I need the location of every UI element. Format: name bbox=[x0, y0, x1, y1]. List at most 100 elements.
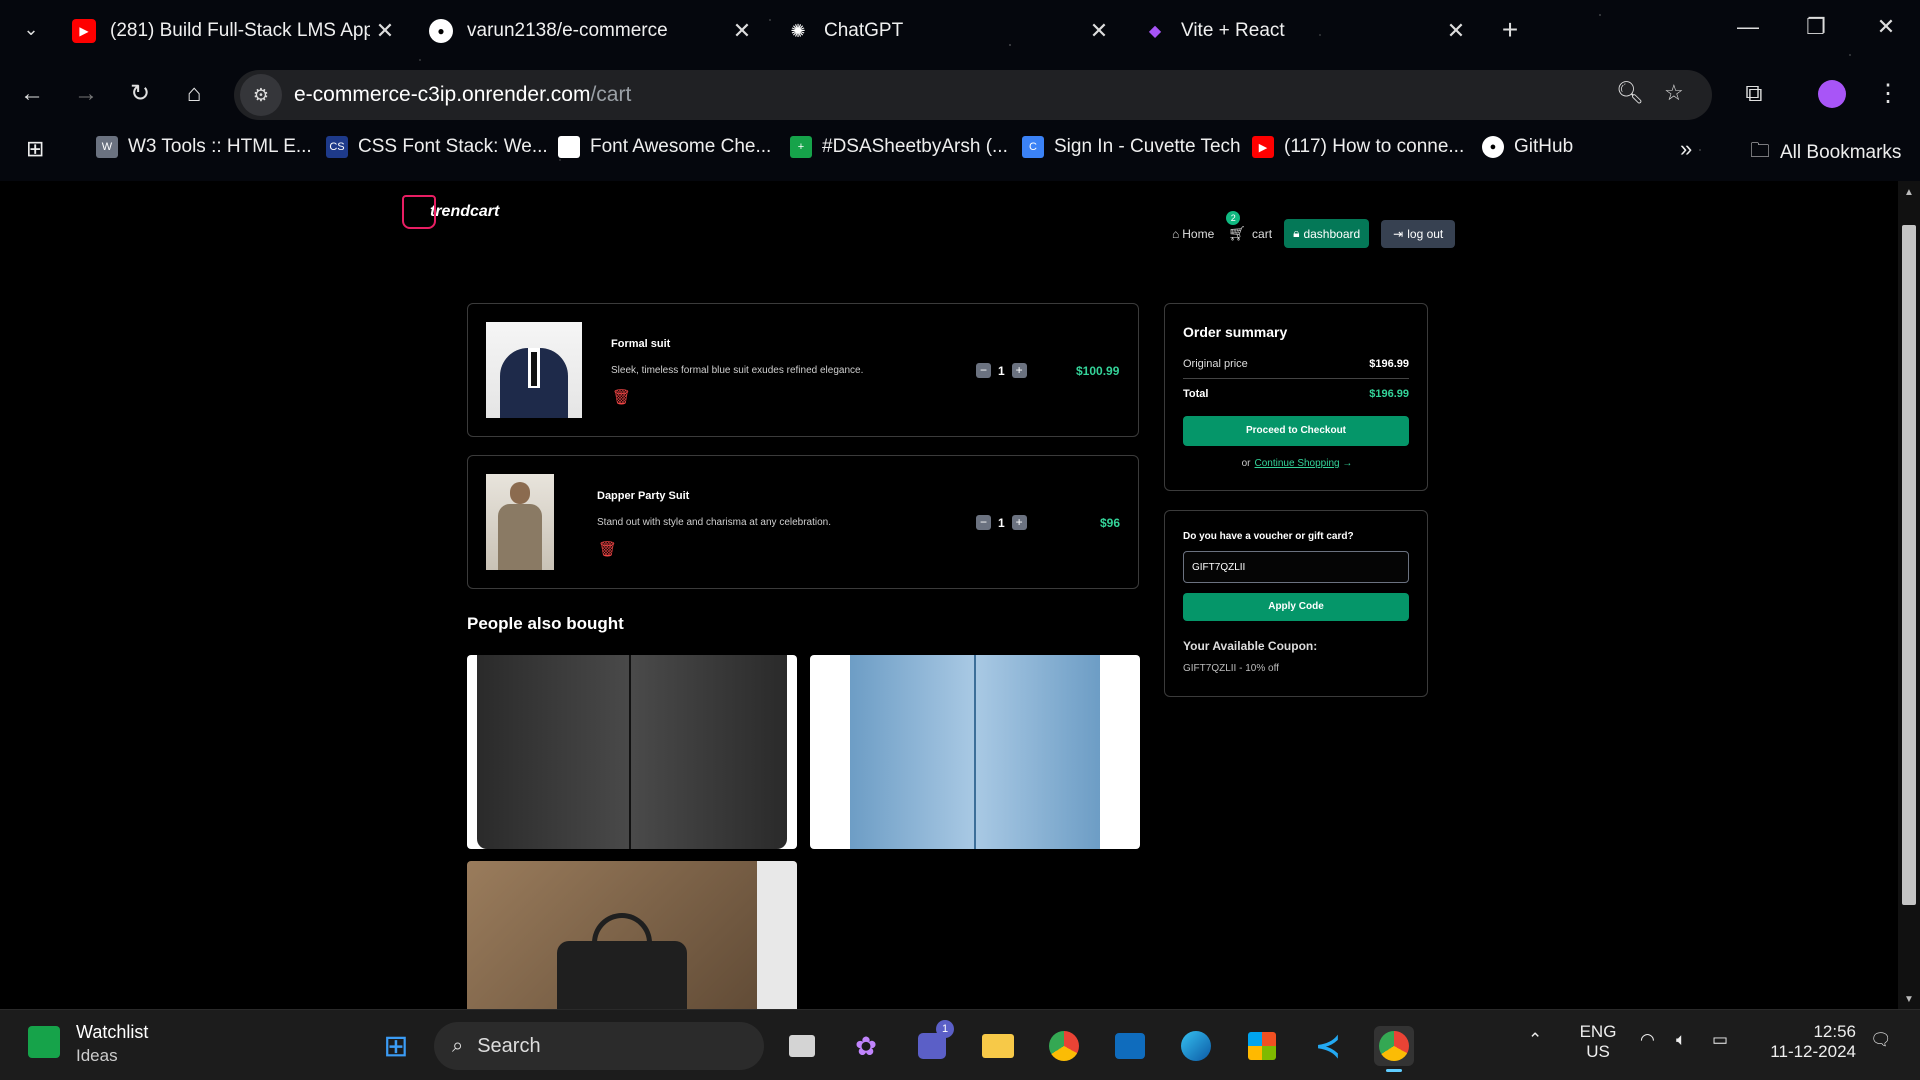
home-icon[interactable]: ⌂ bbox=[176, 76, 212, 112]
edge-icon[interactable] bbox=[1176, 1026, 1216, 1066]
product-card-bag[interactable] bbox=[467, 861, 797, 1009]
back-icon[interactable]: ← bbox=[14, 76, 50, 112]
scrollbar-thumb[interactable] bbox=[1902, 225, 1916, 905]
close-tab-icon[interactable]: ✕ bbox=[370, 18, 400, 44]
wifi-icon[interactable]: ◠ bbox=[1640, 1030, 1655, 1050]
profile-avatar[interactable] bbox=[1814, 76, 1850, 112]
logo-text: trendcart bbox=[430, 203, 500, 220]
bookmark-cuvette[interactable]: C Sign In - Cuvette Tech bbox=[1022, 136, 1241, 158]
bookmark-youtube[interactable]: ▶ (117) How to conne... bbox=[1252, 136, 1464, 158]
youtube-icon: ▶ bbox=[1252, 136, 1274, 158]
chrome-active-icon[interactable] bbox=[1374, 1026, 1414, 1072]
show-hidden-icons-icon[interactable]: ⌃ bbox=[1528, 1030, 1542, 1050]
proceed-to-checkout-button[interactable]: Proceed to Checkout bbox=[1183, 416, 1409, 446]
nav-cart-label: cart bbox=[1252, 226, 1273, 241]
original-price-value: $196.99 bbox=[1369, 358, 1409, 370]
site-logo[interactable]: trendcart bbox=[402, 195, 499, 229]
reload-icon[interactable]: ↻ bbox=[122, 76, 158, 112]
product-card-dark-shirt[interactable] bbox=[467, 655, 797, 849]
tab-github-repo[interactable]: ● varun2138/e-commerce ✕ bbox=[415, 8, 765, 54]
close-tab-icon[interactable]: ✕ bbox=[1084, 18, 1114, 44]
decrease-quantity-button[interactable]: − bbox=[976, 515, 991, 530]
quantity-value: 1 bbox=[998, 363, 1005, 378]
total-label: Total bbox=[1183, 388, 1209, 400]
original-price-label: Original price bbox=[1183, 358, 1248, 370]
continue-shopping-link[interactable]: Continue Shopping bbox=[1255, 458, 1340, 469]
tab-search-chevron-icon[interactable]: ⌄ bbox=[16, 14, 46, 44]
dashboard-button[interactable]: 🔒︎ dashboard bbox=[1284, 219, 1370, 248]
voucher-label: Do you have a voucher or gift card? bbox=[1183, 531, 1354, 542]
microsoft-store-icon[interactable] bbox=[1242, 1026, 1282, 1066]
volume-icon[interactable]: 🔈︎ bbox=[1676, 1030, 1686, 1050]
lang-top: ENG bbox=[1579, 1022, 1617, 1041]
browser-toolbar: ← → ↻ ⌂ ⚙ e-commerce-c3ip.onrender.com/c… bbox=[0, 66, 1920, 122]
tab-chatgpt[interactable]: ✺ ChatGPT ✕ bbox=[772, 8, 1122, 54]
github-icon: ● bbox=[429, 19, 453, 43]
menu-dots-icon[interactable]: ⋮ bbox=[1870, 76, 1906, 112]
bookmark-star-icon[interactable]: ☆ bbox=[1664, 80, 1684, 106]
url-text[interactable]: e-commerce-c3ip.onrender.com/cart bbox=[294, 83, 631, 107]
tab-youtube-lms[interactable]: ▶ (281) Build Full-Stack LMS App ✕ bbox=[58, 8, 408, 54]
extensions-icon[interactable]: ⧉ bbox=[1736, 76, 1772, 112]
restore-icon[interactable]: ❐ bbox=[1796, 14, 1836, 40]
item-description: Sleek, timeless formal blue suit exudes … bbox=[611, 365, 864, 376]
bookmark-dsa-sheet[interactable]: + #DSASheetbyArsh (... bbox=[790, 136, 1008, 158]
windows-start-icon[interactable]: ⊞ bbox=[376, 1026, 416, 1066]
widget-title[interactable]: Watchlist bbox=[76, 1022, 148, 1043]
bookmark-github[interactable]: ● GitHub bbox=[1482, 136, 1573, 158]
voucher-card: Do you have a voucher or gift card? Appl… bbox=[1164, 510, 1428, 697]
teams-icon[interactable]: 1 bbox=[912, 1020, 954, 1066]
available-coupon-text: GIFT7QZLII - 10% off bbox=[1183, 663, 1279, 674]
new-tab-icon[interactable]: + bbox=[1495, 14, 1525, 46]
scroll-down-icon[interactable]: ▼ bbox=[1898, 994, 1920, 1005]
battery-icon[interactable]: ▭ bbox=[1712, 1030, 1728, 1050]
forward-icon[interactable]: → bbox=[68, 76, 104, 112]
nav-home[interactable]: ⌂ Home bbox=[1172, 227, 1214, 241]
close-window-icon[interactable]: ✕ bbox=[1866, 14, 1906, 40]
cart-icon: 🛒︎ bbox=[1228, 225, 1247, 241]
site-info-icon[interactable]: ⚙ bbox=[240, 74, 282, 116]
logout-button[interactable]: ⇥ log out bbox=[1381, 219, 1456, 248]
chrome-icon[interactable] bbox=[1044, 1026, 1084, 1066]
increase-quantity-button[interactable]: + bbox=[1011, 363, 1027, 378]
bookmark-css-font-stack[interactable]: CS CSS Font Stack: We... bbox=[326, 136, 548, 158]
original-price-row: Original price $196.99 bbox=[1183, 358, 1409, 379]
outlook-icon[interactable] bbox=[1110, 1026, 1150, 1066]
apply-code-button[interactable]: Apply Code bbox=[1183, 593, 1409, 621]
close-tab-icon[interactable]: ✕ bbox=[727, 18, 757, 44]
item-price: $96 bbox=[1100, 516, 1121, 530]
url-path: /cart bbox=[590, 83, 632, 106]
increase-quantity-button[interactable]: + bbox=[1011, 515, 1027, 530]
bookmark-w3tools[interactable]: W W3 Tools :: HTML E... bbox=[96, 136, 312, 158]
trash-icon[interactable]: 🗑︎ bbox=[612, 388, 631, 406]
page-scrollbar[interactable]: ▲ ▼ bbox=[1898, 181, 1920, 1009]
clock[interactable]: 12:56 11-12-2024 bbox=[1760, 1022, 1856, 1062]
close-tab-icon[interactable]: ✕ bbox=[1441, 18, 1471, 44]
language-indicator[interactable]: ENG US bbox=[1578, 1022, 1618, 1062]
scroll-up-icon[interactable]: ▲ bbox=[1898, 187, 1920, 198]
file-explorer-icon[interactable] bbox=[978, 1026, 1018, 1066]
tab-vite-react[interactable]: ◆ Vite + React ✕ bbox=[1129, 8, 1479, 54]
trash-icon[interactable]: 🗑︎ bbox=[598, 540, 617, 558]
task-view-icon[interactable] bbox=[782, 1026, 822, 1066]
tab-title: ChatGPT bbox=[824, 20, 904, 41]
vscode-icon[interactable]: ≺ bbox=[1308, 1026, 1348, 1066]
watchlist-widget-icon[interactable] bbox=[28, 1026, 60, 1058]
product-card-denim-shirt[interactable] bbox=[810, 655, 1140, 849]
more-bookmarks-icon[interactable]: » bbox=[1680, 136, 1692, 162]
w3tools-icon: W bbox=[96, 136, 118, 158]
bookmark-font-awesome[interactable]: Font Awesome Che... bbox=[558, 136, 771, 158]
taskbar-search[interactable]: ⌕ Search bbox=[434, 1022, 764, 1070]
notifications-icon[interactable]: 🗨︎ bbox=[1870, 1030, 1892, 1050]
address-bar[interactable]: ⚙ e-commerce-c3ip.onrender.com/cart 🔍︎ ☆ bbox=[234, 70, 1712, 120]
copilot-icon[interactable]: ✿ bbox=[846, 1026, 886, 1066]
voucher-input[interactable] bbox=[1183, 551, 1409, 583]
total-value: $196.99 bbox=[1369, 388, 1409, 400]
all-bookmarks[interactable]: 🗀 All Bookmarks bbox=[1750, 136, 1901, 170]
zoom-icon[interactable]: 🔍︎ bbox=[1616, 80, 1644, 106]
apps-grid-icon[interactable]: ⊞ bbox=[26, 136, 44, 162]
item-price: $100.99 bbox=[1076, 364, 1120, 378]
nav-cart[interactable]: 2 🛒︎ cart bbox=[1226, 211, 1273, 242]
decrease-quantity-button[interactable]: − bbox=[976, 363, 991, 378]
minimize-icon[interactable]: — bbox=[1728, 14, 1768, 40]
